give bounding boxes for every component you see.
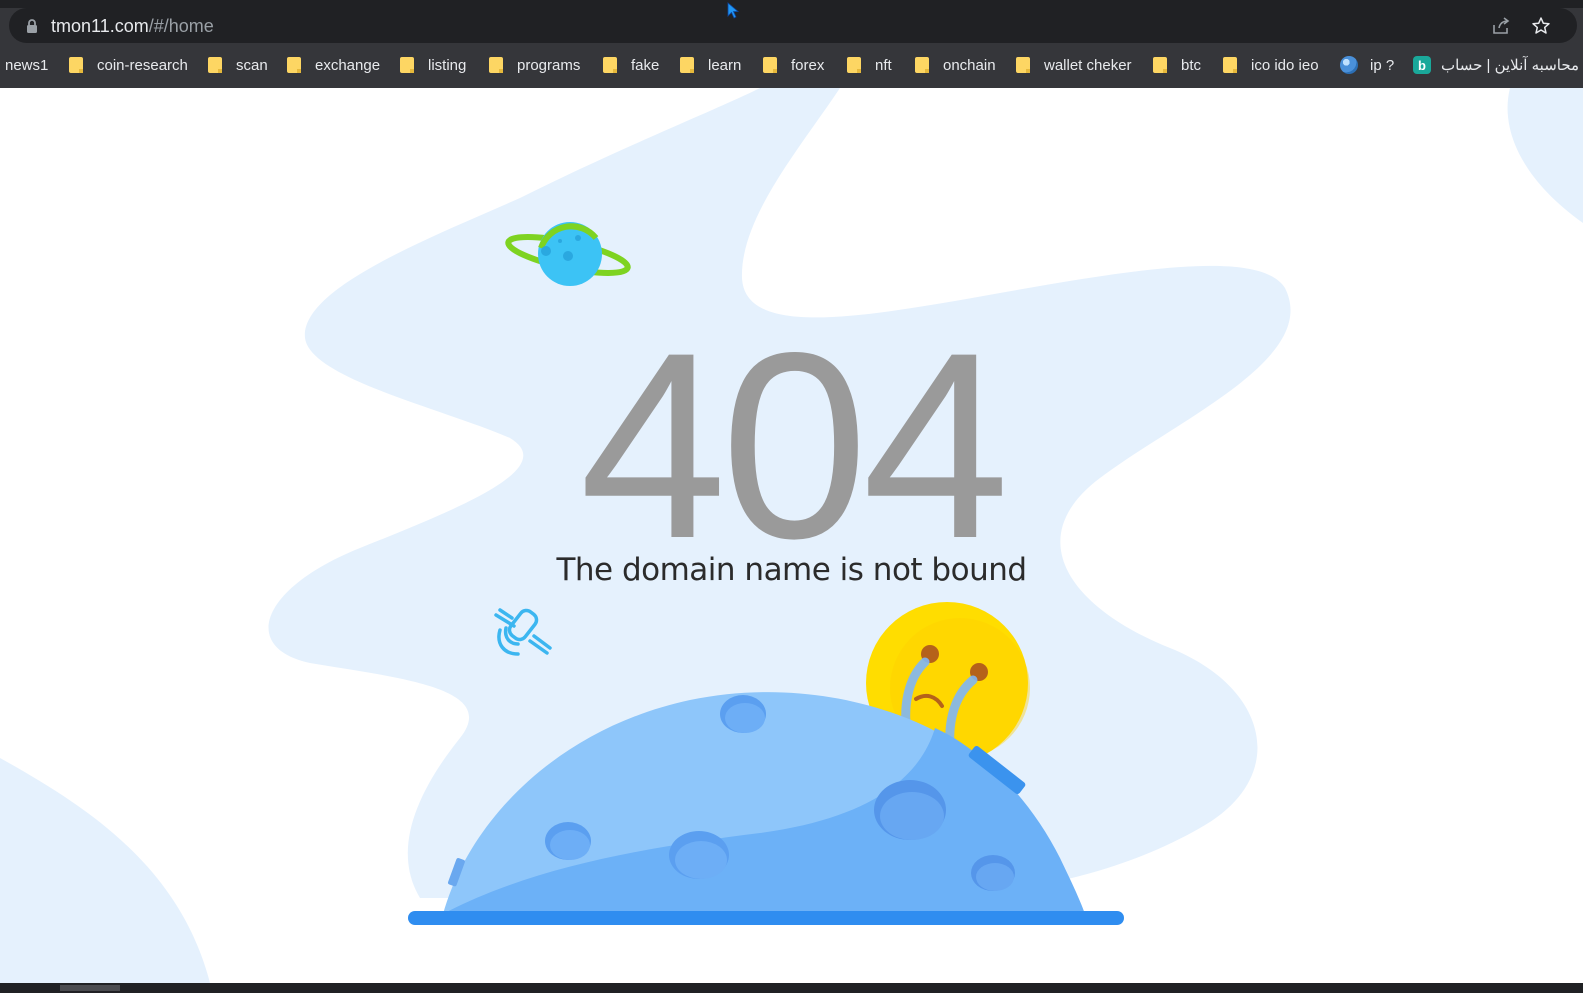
folder-icon xyxy=(1223,57,1237,73)
bookmark-ip[interactable]: ip ? xyxy=(1340,55,1394,75)
folder-icon xyxy=(847,57,861,73)
bookmark-label: ico ido ieo xyxy=(1251,56,1319,74)
bookmark-label: exchange xyxy=(315,56,381,74)
mouse-cursor-icon xyxy=(727,2,740,19)
url-text[interactable]: tmon11.com/#/home xyxy=(51,16,214,37)
folder-icon xyxy=(680,57,694,73)
bookmark-ico-ido-ieo[interactable]: ico ido ieo xyxy=(1223,55,1319,75)
bookmark-label: programs xyxy=(517,56,581,74)
scrollbar-thumb[interactable] xyxy=(60,985,120,991)
bookmark-label: nft xyxy=(875,56,892,74)
url-host: tmon11.com xyxy=(51,16,149,36)
bookmark-label: listing xyxy=(428,56,467,74)
bookmark-label: fake xyxy=(631,56,660,74)
page-content: 404 The domain name is not bound xyxy=(0,88,1583,983)
bookmark-nft[interactable]: nft xyxy=(847,55,892,75)
bookmark-coin-research[interactable]: coin-research xyxy=(69,55,188,75)
bookmark-label: news1 xyxy=(5,56,49,74)
folder-icon xyxy=(287,57,301,73)
bookmark-star-icon[interactable] xyxy=(1531,16,1551,36)
bookmark-label: btc xyxy=(1181,56,1202,74)
bookmarks-bar: news1 coin-research scan exchange listin… xyxy=(0,50,1583,80)
globe-icon xyxy=(1340,56,1358,74)
bookmark-label: onchain xyxy=(943,56,996,74)
corner-blob-top-right xyxy=(1507,88,1583,223)
bookmark-wallet-cheker[interactable]: wallet cheker xyxy=(1016,55,1132,75)
horizontal-scrollbar[interactable] xyxy=(0,983,1583,993)
b-icon: b xyxy=(1413,56,1431,74)
bookmark-label: forex xyxy=(791,56,825,74)
folder-icon xyxy=(489,57,503,73)
folder-icon xyxy=(69,57,83,73)
tab-strip xyxy=(0,0,1583,8)
bookmark-label: learn xyxy=(708,56,742,74)
bookmark-onchain[interactable]: onchain xyxy=(915,55,996,75)
bookmark-exchange[interactable]: exchange xyxy=(287,55,380,75)
bookmark-forex[interactable]: forex xyxy=(763,55,824,75)
url-path: /#/home xyxy=(148,16,214,36)
folder-icon xyxy=(1153,57,1167,73)
lock-icon[interactable] xyxy=(25,18,39,34)
folder-icon xyxy=(763,57,777,73)
bookmark-scan[interactable]: scan xyxy=(208,55,268,75)
folder-icon xyxy=(208,57,222,73)
bookmark-news1[interactable]: news1 xyxy=(5,55,48,75)
bookmark-label: coin-research xyxy=(97,56,188,74)
bookmark-label: ip ? xyxy=(1370,56,1395,74)
folder-icon xyxy=(1016,57,1030,73)
bookmark-programs[interactable]: programs xyxy=(489,55,580,75)
folder-icon xyxy=(400,57,414,73)
bookmark-fake[interactable]: fake xyxy=(603,55,659,75)
bookmark-label: wallet cheker xyxy=(1044,56,1132,74)
share-icon[interactable] xyxy=(1491,16,1511,36)
address-bar[interactable]: tmon11.com/#/home xyxy=(9,8,1577,43)
bookmark-label: scan xyxy=(236,56,268,74)
error-message: The domain name is not bound xyxy=(556,552,1027,588)
error-code: 404 xyxy=(579,298,1009,594)
folder-icon xyxy=(603,57,617,73)
bookmark-listing[interactable]: listing xyxy=(400,55,466,75)
bookmark-btc[interactable]: btc xyxy=(1153,55,1201,75)
corner-blob-bottom-left xyxy=(0,758,210,983)
bookmark-label: محاسبه آنلاین | حساب xyxy=(1441,57,1580,74)
folder-icon xyxy=(915,57,929,73)
browser-chrome: tmon11.com/#/home news1 coin-research sc… xyxy=(0,0,1583,88)
bookmark-learn[interactable]: learn xyxy=(680,55,741,75)
bookmark-hesab[interactable]: b محاسبه آنلاین | حساب xyxy=(1413,55,1579,75)
